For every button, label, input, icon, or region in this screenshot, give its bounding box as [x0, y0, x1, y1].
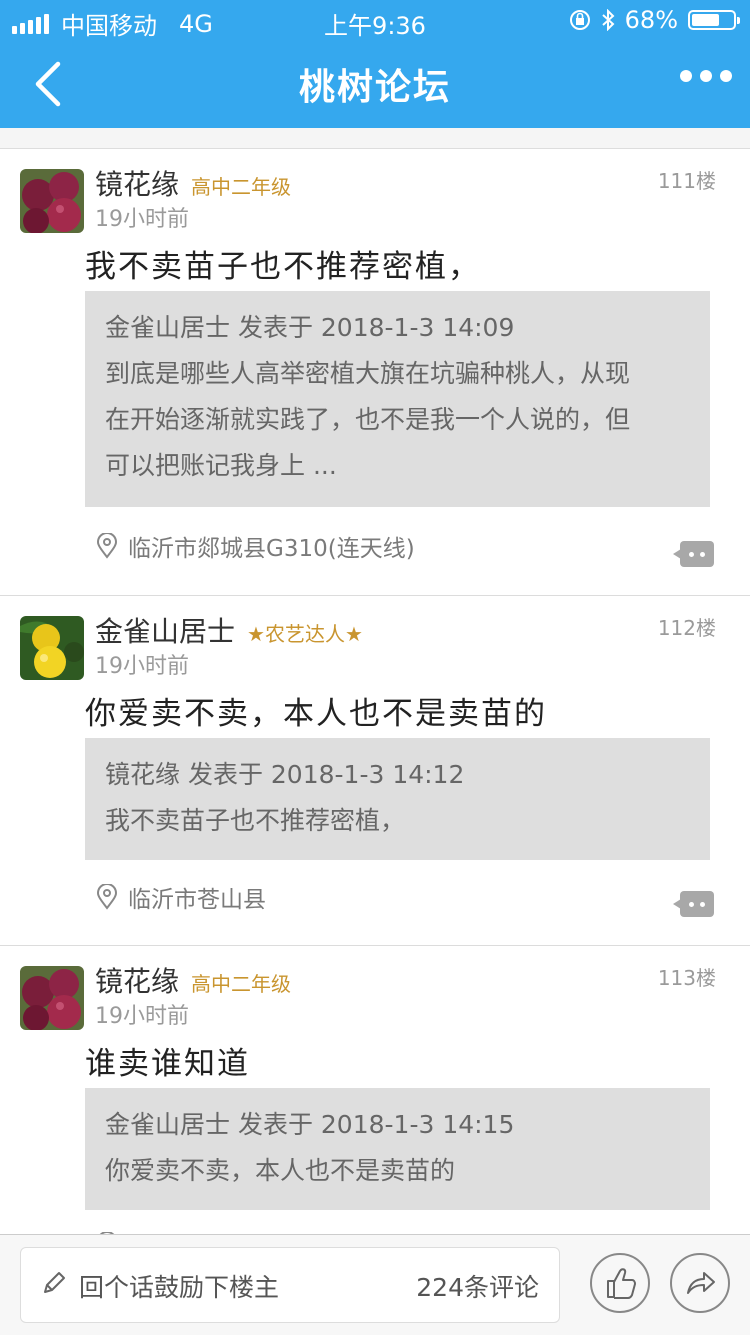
like-button[interactable] [590, 1253, 650, 1313]
user-rank: 高中二年级 [191, 175, 292, 199]
quote-line: 在开始逐渐就实践了，也不是我一个人说的，但 [105, 405, 631, 434]
post-item: 金雀山居士 ★农艺达人★ 19小时前 112楼 你爱卖不卖，本人也不是卖苗的 镜花… [0, 596, 750, 946]
comment-input[interactable]: 回个话鼓励下楼主 224条评论 [20, 1247, 560, 1323]
post-content: 我不卖苗子也不推荐密植， [85, 249, 481, 285]
floor-number: 113楼 [657, 966, 716, 990]
thumbs-up-icon [607, 1268, 636, 1299]
username[interactable]: 镜花缘 高中二年级 [95, 163, 291, 203]
orientation-lock-icon [569, 10, 590, 30]
reply-icon[interactable] [673, 541, 714, 567]
location-text: 临沂市苍山县 [128, 887, 266, 913]
location-icon [96, 884, 118, 910]
nav-bar: 桃树论坛 [0, 40, 750, 128]
status-bar: 中国移动 4G 上午9:36 68% [0, 0, 750, 40]
bottom-bar: 回个话鼓励下楼主 224条评论 [0, 1234, 750, 1335]
post-content: 谁卖谁知道 [85, 1046, 250, 1082]
location-icon [96, 533, 118, 559]
avatar[interactable] [20, 169, 84, 233]
post-time: 19小时前 [95, 1004, 189, 1029]
comment-count[interactable]: 224条评论 [416, 1268, 539, 1304]
page-title: 桃树论坛 [298, 67, 451, 108]
quote-header: 金雀山居士 发表于 2018-1-3 14:15 [105, 1110, 515, 1139]
comment-feed[interactable]: 镜花缘 高中二年级 19小时前 111楼 我不卖苗子也不推荐密植， 金雀山居士 发… [0, 148, 750, 1235]
post-item: 镜花缘 高中二年级 19小时前 113楼 谁卖谁知道 金雀山居士 发表于 2018… [0, 946, 750, 1235]
post-item: 镜花缘 高中二年级 19小时前 111楼 我不卖苗子也不推荐密植， 金雀山居士 发… [0, 149, 750, 596]
location-text: 临沂市郯城县G310(连天线) [128, 536, 415, 562]
user-rank: ★农艺达人★ [247, 622, 363, 646]
more-icon[interactable] [680, 70, 732, 82]
bluetooth-icon [601, 9, 615, 31]
top-bar: 中国移动 4G 上午9:36 68% 桃树论坛 [0, 0, 750, 128]
post-time: 19小时前 [95, 654, 189, 679]
avatar[interactable] [20, 616, 84, 680]
quote-line: 我不卖苗子也不推荐密植， [105, 806, 406, 835]
share-icon [687, 1272, 715, 1294]
floor-number: 111楼 [657, 169, 716, 193]
avatar[interactable] [20, 966, 84, 1030]
post-content: 你爱卖不卖，本人也不是卖苗的 [85, 696, 547, 732]
quote-block[interactable]: 金雀山居士 发表于 2018-1-3 14:09 到底是哪些人高举密植大旗在坑骗… [85, 291, 710, 507]
quote-block[interactable]: 镜花缘 发表于 2018-1-3 14:12 我不卖苗子也不推荐密植， [85, 738, 710, 860]
location[interactable]: 临沂市苍山县 [96, 880, 266, 914]
post-time: 19小时前 [95, 207, 189, 232]
location[interactable]: 临沂市郯城县G310(连天线) [96, 529, 415, 563]
username[interactable]: 镜花缘 高中二年级 [95, 960, 291, 1000]
comment-placeholder: 回个话鼓励下楼主 [79, 1273, 280, 1302]
quote-header: 镜花缘 发表于 2018-1-3 14:12 [105, 760, 465, 789]
share-button[interactable] [670, 1253, 730, 1313]
battery-percent: 68% [624, 6, 678, 34]
floor-number: 112楼 [657, 616, 716, 640]
quote-block[interactable]: 金雀山居士 发表于 2018-1-3 14:15 你爱卖不卖，本人也不是卖苗的 [85, 1088, 710, 1210]
reply-icon[interactable] [673, 891, 714, 917]
quote-line: 你爱卖不卖，本人也不是卖苗的 [105, 1156, 456, 1185]
battery-icon [688, 10, 740, 30]
username[interactable]: 金雀山居士 ★农艺达人★ [95, 610, 363, 650]
quote-header: 金雀山居士 发表于 2018-1-3 14:09 [105, 313, 515, 342]
quote-line: 到底是哪些人高举密植大旗在坑骗种桃人，从现 [105, 359, 631, 388]
quote-line: 可以把账记我身上 ... [105, 451, 337, 480]
user-rank: 高中二年级 [191, 972, 292, 996]
pen-icon [44, 1272, 65, 1293]
